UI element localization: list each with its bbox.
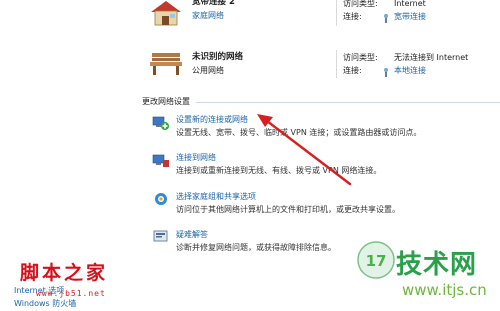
jb51-watermark-logo: 脚本之家 (20, 262, 109, 284)
annotation-arrow (255, 112, 355, 192)
network-2-separator (336, 50, 337, 78)
section-divider (196, 102, 500, 103)
network-1-name: 宽带连接 2 (192, 0, 235, 7)
change-network-settings-heading: 更改网络设置 (142, 97, 193, 107)
network-1-access-label: 访问类型: (343, 0, 378, 8)
network-2-connection-icon (381, 64, 391, 83)
windows-firewall-link[interactable]: Windows 防火墙 (14, 299, 76, 309)
jb51-watermark-url: www.jb51.net (36, 289, 106, 298)
troubleshoot-icon (152, 229, 170, 249)
network-1-separator (336, 0, 337, 26)
task-connect-to-network-link[interactable]: 连接到网络 (176, 153, 216, 163)
network-1-access-value: Internet (394, 0, 426, 8)
task-homegroup-sharing-link[interactable]: 选择家庭组和共享选项 (176, 192, 256, 202)
network-1-connection-icon (381, 10, 391, 29)
itjs-logo-icon: 17 (356, 240, 396, 284)
network-1-house-icon (148, 0, 184, 30)
network-2-type: 公用网络 (192, 66, 224, 75)
network-2-access-label: 访问类型: (343, 53, 378, 62)
network-2-name: 未识别的网络 (192, 52, 244, 62)
network-2-bench-icon (148, 47, 184, 81)
network-1-connection-link[interactable]: 宽带连接 (394, 12, 426, 22)
connect-network-icon (152, 153, 170, 173)
task-troubleshoot-desc: 诊断并修复网络问题，或获得故障排除信息。 (176, 243, 336, 252)
itjs-watermark-text: 技术网 (396, 250, 478, 280)
network-2-access-value: 无法连接到 Internet (394, 53, 469, 62)
setup-connection-icon (152, 115, 170, 135)
network-1-type-link[interactable]: 家庭网络 (192, 11, 224, 21)
network-1-connect-label: 连接: (343, 12, 362, 21)
task-troubleshoot-link[interactable]: 疑难解答 (176, 230, 208, 240)
svg-text:17: 17 (366, 252, 387, 270)
task-homegroup-sharing-desc: 访问位于其他网络计算机上的文件和打印机，或更改共享设置。 (176, 205, 400, 214)
task-setup-new-connection-link[interactable]: 设置新的连接或网络 (176, 115, 248, 125)
network-2-connection-link[interactable]: 本地连接 (394, 66, 426, 76)
itjs-watermark-url: www.itjs.cn (402, 281, 487, 299)
network-2-connect-label: 连接: (343, 66, 362, 75)
homegroup-sharing-icon (152, 191, 170, 211)
